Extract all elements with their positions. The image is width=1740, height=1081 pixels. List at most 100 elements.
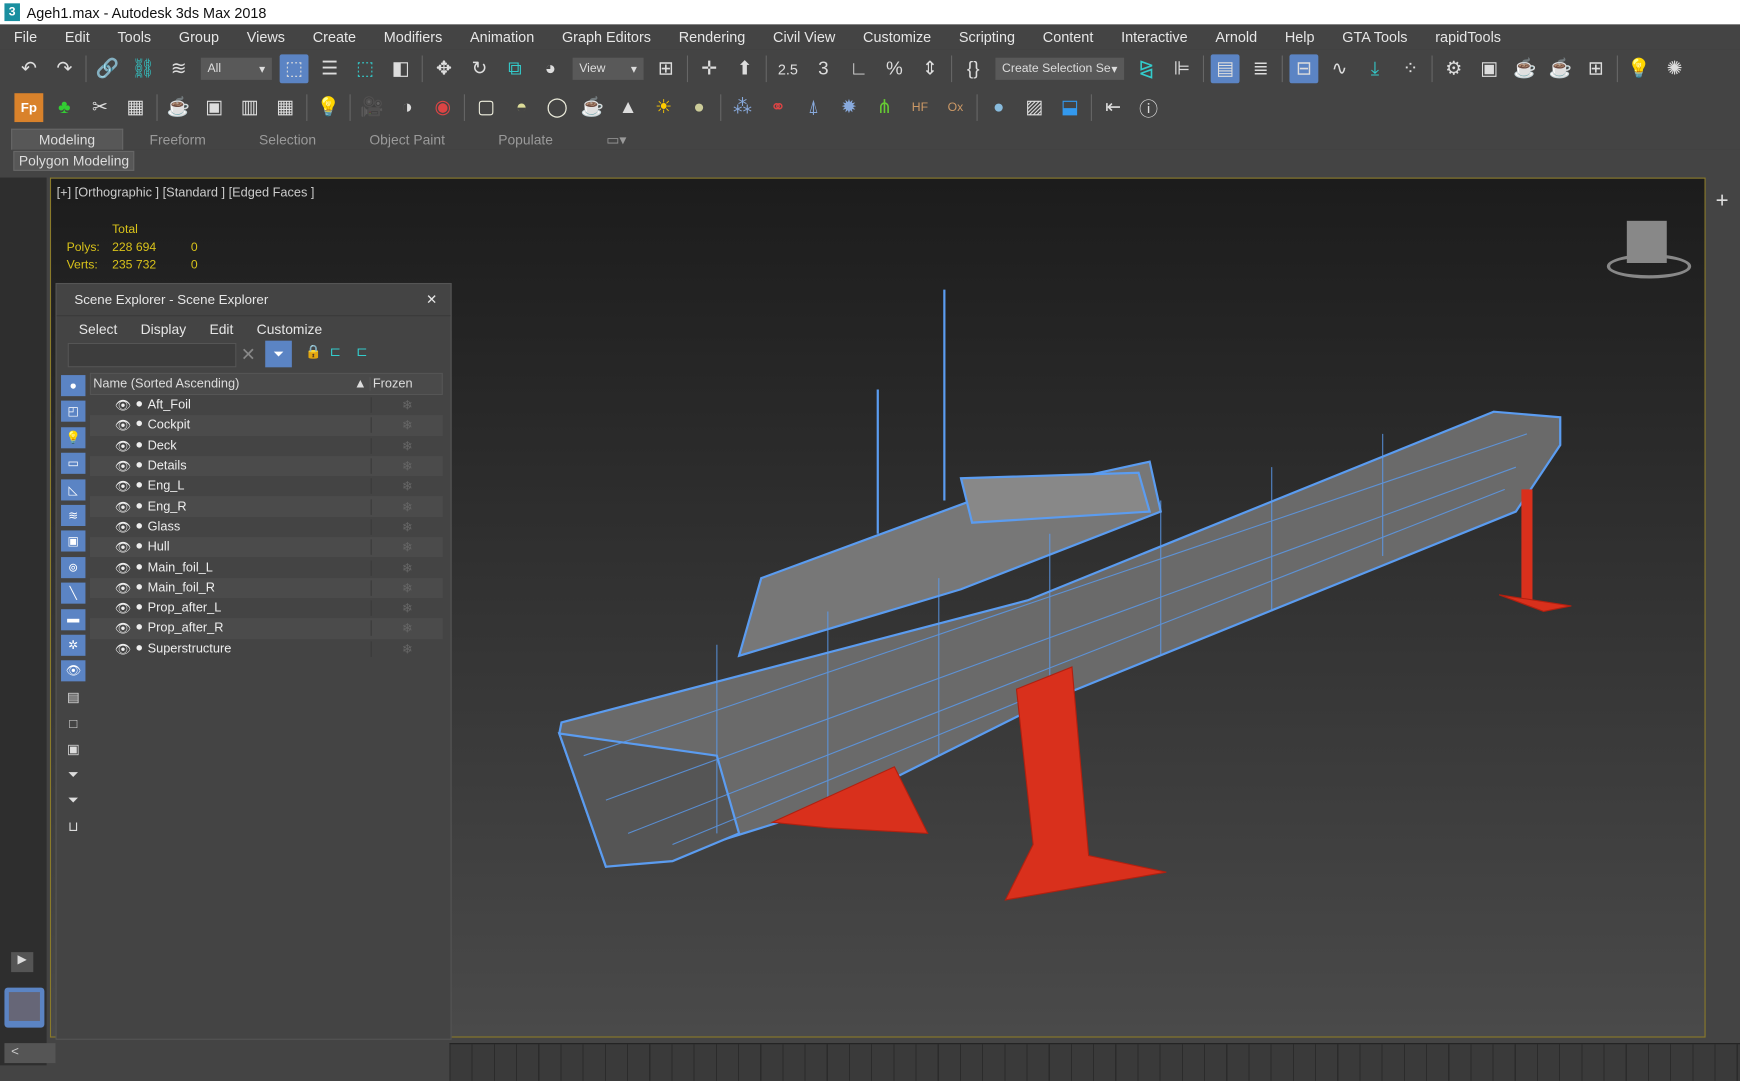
frozen-toggle-icon[interactable]: ❄ bbox=[370, 397, 443, 413]
object-name[interactable]: Prop_after_L bbox=[148, 602, 371, 615]
visibility-toggle[interactable]: 👁 ● bbox=[90, 418, 148, 434]
frozen-toggle-icon[interactable]: ❄ bbox=[370, 478, 443, 495]
frozen-toggle-icon[interactable]: ❄ bbox=[370, 620, 443, 637]
frozen-toggle-icon[interactable]: ❄ bbox=[370, 539, 443, 556]
hair-fur-icon[interactable]: HF bbox=[906, 93, 935, 122]
object-name[interactable]: Prop_after_R bbox=[148, 622, 371, 635]
material-editor-icon[interactable]: ⤓ bbox=[1360, 54, 1389, 83]
rendered-frame-icon[interactable]: ▣ bbox=[1475, 54, 1504, 83]
table-row[interactable]: 👁 ● Deck ❄ bbox=[90, 436, 443, 456]
ribbon-options-icon[interactable]: ▭▾ bbox=[580, 129, 653, 150]
object-name[interactable]: Aft_Foil bbox=[148, 399, 371, 412]
list-icon[interactable]: ▦ bbox=[121, 93, 150, 122]
hierarchy-expand-icon[interactable]: ⊏ bbox=[356, 344, 367, 360]
render-production-icon[interactable]: ☕ bbox=[1510, 54, 1539, 83]
helpers-filter-icon[interactable]: ◺ bbox=[61, 478, 86, 500]
table-row[interactable]: 👁 ● Eng_R ❄ bbox=[89, 496, 443, 517]
trees-icon[interactable]: ♣ bbox=[50, 93, 79, 122]
filter-icon[interactable]: ⏷ bbox=[265, 340, 292, 368]
tab-selection[interactable]: Selection bbox=[232, 130, 342, 150]
rotate-icon[interactable]: ↻ bbox=[465, 54, 494, 83]
column-frozen[interactable]: Frozen bbox=[369, 377, 442, 391]
close-icon[interactable]: ✕ bbox=[426, 292, 437, 308]
visibility-toggle[interactable]: 👁 ● bbox=[90, 621, 148, 637]
time-slider[interactable] bbox=[449, 1043, 1740, 1081]
column-name[interactable]: Name (Sorted Ascending) bbox=[91, 377, 354, 390]
render-toggle-icon[interactable]: ● bbox=[135, 641, 143, 657]
forest-pack-icon[interactable]: Fp bbox=[14, 92, 44, 122]
undo-icon[interactable]: ↶ bbox=[14, 54, 43, 83]
named-selection-dropdown[interactable]: Create Selection Se ▾ bbox=[995, 57, 1125, 80]
object-name[interactable]: Details bbox=[148, 459, 371, 472]
object-name[interactable]: Superstructure bbox=[148, 642, 371, 655]
curve-editor-icon[interactable]: ∿ bbox=[1325, 54, 1354, 83]
object-name[interactable]: Hull bbox=[148, 541, 371, 554]
object-name[interactable]: Glass bbox=[148, 520, 371, 533]
teapot-icon[interactable]: ☕ bbox=[164, 93, 193, 122]
table-row[interactable]: 👁 ● Cockpit ❄ bbox=[89, 415, 443, 436]
table-row[interactable]: 👁 ● Main_foil_L ❄ bbox=[90, 557, 443, 577]
mirror-icon[interactable]: ⧎ bbox=[1132, 54, 1161, 83]
render-frame-icon[interactable]: ▣ bbox=[200, 93, 229, 122]
eye-icon[interactable]: 👁 bbox=[115, 621, 131, 636]
object-name[interactable]: Eng_R bbox=[148, 500, 371, 513]
eye-icon[interactable]: 👁 bbox=[115, 560, 131, 575]
panel-icon[interactable]: ▥ bbox=[235, 93, 264, 122]
move-icon[interactable]: ✥ bbox=[429, 54, 458, 83]
groups-filter-icon[interactable]: ▣ bbox=[61, 530, 86, 552]
eye-icon[interactable]: 👁 bbox=[115, 519, 131, 534]
redo-icon[interactable]: ↷ bbox=[50, 54, 79, 83]
render-toggle-icon[interactable]: ● bbox=[135, 418, 143, 434]
containers-filter-icon[interactable]: ▬ bbox=[61, 608, 86, 630]
visibility-toggle[interactable]: 👁 ● bbox=[90, 458, 148, 474]
eye-icon[interactable]: 👁 bbox=[115, 580, 131, 595]
menu-group[interactable]: Group bbox=[165, 29, 233, 46]
container-icon[interactable]: ⊔ bbox=[61, 816, 85, 837]
table-row[interactable]: 👁 ● Prop_after_L ❄ bbox=[90, 598, 443, 618]
frozen-toggle-icon[interactable]: ❄ bbox=[370, 600, 443, 617]
menu-rendering[interactable]: Rendering bbox=[665, 29, 759, 46]
menu-edit[interactable]: Edit bbox=[51, 29, 104, 46]
frozen-toggle-icon[interactable]: ❄ bbox=[370, 519, 443, 535]
invert-display-icon[interactable]: ▣ bbox=[61, 738, 85, 759]
menu-select[interactable]: Select bbox=[65, 322, 127, 338]
menu-civil-view[interactable]: Civil View bbox=[759, 29, 849, 46]
camera-red-icon[interactable]: ◉ bbox=[428, 93, 457, 122]
render-grid-icon[interactable]: ⊞ bbox=[1581, 54, 1610, 83]
ref-coord-dropdown[interactable]: View ▾ bbox=[572, 57, 644, 80]
table-row[interactable]: 👁 ● Details ❄ bbox=[89, 455, 443, 477]
shapes-filter-icon[interactable]: ◰ bbox=[61, 401, 86, 423]
hidden-filter-icon[interactable]: 👁 bbox=[61, 660, 86, 682]
render-region-icon[interactable]: ⬓ bbox=[1055, 93, 1084, 122]
visibility-toggle[interactable]: 👁 ● bbox=[90, 499, 148, 515]
render-toggle-icon[interactable]: ● bbox=[135, 438, 143, 454]
polygon-modeling-panel[interactable]: Polygon Modeling bbox=[13, 150, 135, 171]
light-bulb-icon[interactable]: 💡 bbox=[1625, 54, 1654, 83]
particles-filter-icon[interactable]: ✲ bbox=[61, 634, 86, 656]
sky-sphere-icon[interactable]: ● bbox=[685, 93, 714, 122]
menu-customize[interactable]: Customize bbox=[243, 322, 332, 338]
visibility-toggle[interactable]: 👁 ● bbox=[90, 560, 148, 576]
help-icon[interactable]: ⓘ bbox=[1134, 93, 1163, 122]
spacewarps-filter-icon[interactable]: ≋ bbox=[61, 504, 86, 526]
spinner-snap-icon[interactable]: ⇕ bbox=[916, 54, 945, 83]
display-all-icon[interactable]: ▤ bbox=[61, 687, 85, 708]
cone-light-icon[interactable]: ▲ bbox=[614, 93, 643, 122]
layer-explorer-icon[interactable]: ▤ bbox=[1210, 54, 1240, 84]
search-input[interactable] bbox=[67, 342, 237, 368]
menu-create[interactable]: Create bbox=[299, 29, 370, 46]
scene-explorer-header[interactable]: Scene Explorer - Scene Explorer ✕ bbox=[56, 284, 451, 317]
area-light-icon[interactable]: ▢ bbox=[472, 93, 501, 122]
panel-grid-icon[interactable]: ▦ bbox=[271, 93, 300, 122]
table-row[interactable]: 👁 ● Prop_after_R ❄ bbox=[89, 618, 443, 639]
render-toggle-icon[interactable]: ● bbox=[135, 600, 143, 616]
table-row[interactable]: 👁 ● Eng_L ❄ bbox=[90, 476, 443, 496]
dome-light-icon[interactable]: ◓ bbox=[507, 93, 536, 122]
eye-icon[interactable]: 👁 bbox=[115, 458, 131, 474]
schematic-view-icon[interactable]: ⊟ bbox=[1289, 54, 1319, 84]
visibility-toggle[interactable]: 👁 ● bbox=[90, 479, 148, 495]
visibility-toggle[interactable]: 👁 ● bbox=[90, 519, 148, 535]
tab-populate[interactable]: Populate bbox=[472, 130, 580, 150]
menu-arnold[interactable]: Arnold bbox=[1202, 29, 1271, 46]
grass-icon[interactable]: ⋔ bbox=[870, 93, 899, 122]
